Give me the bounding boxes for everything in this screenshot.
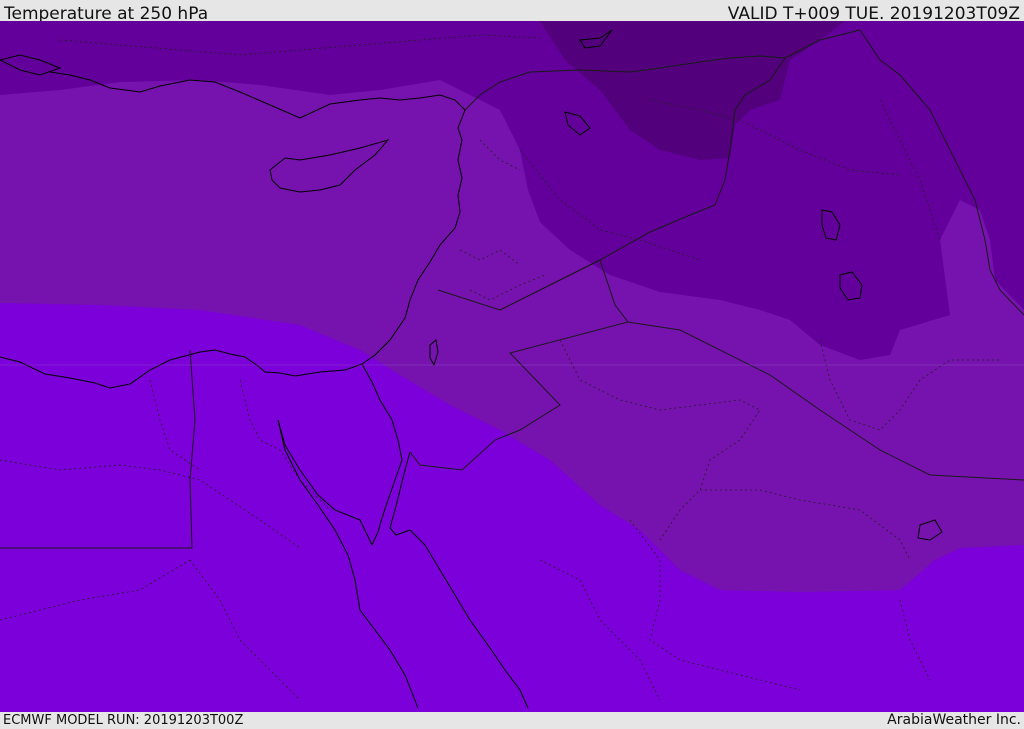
- footer-bar: ECMWF MODEL RUN: 20191203T00Z ArabiaWeat…: [0, 712, 1024, 729]
- credit-label: ArabiaWeather Inc.: [887, 712, 1021, 728]
- model-run-label: ECMWF MODEL RUN: 20191203T00Z: [3, 713, 244, 728]
- temperature-map[interactable]: [0, 21, 1024, 712]
- header-bar: Temperature at 250 hPa VALID T+009 TUE. …: [0, 0, 1024, 24]
